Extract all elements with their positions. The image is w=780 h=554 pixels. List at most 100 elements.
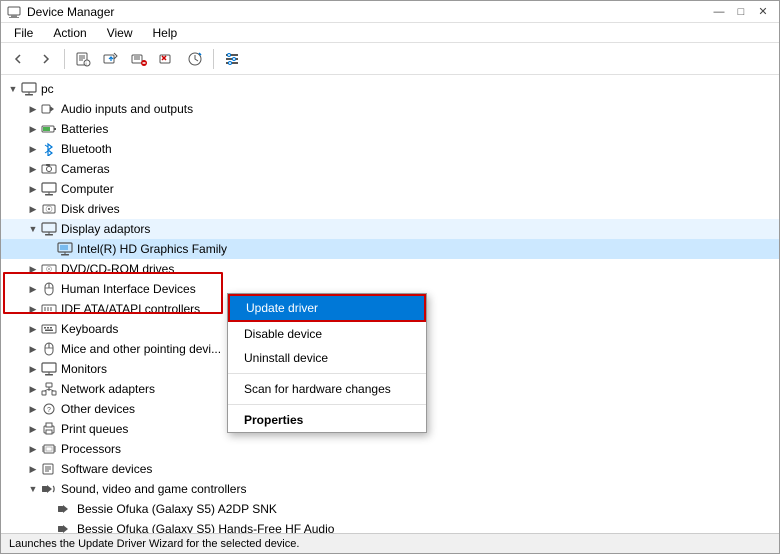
expand-hid[interactable]: ▶: [25, 281, 41, 297]
ctx-sep2: [228, 404, 426, 405]
sound-item2-icon: [57, 521, 73, 533]
expand-bluetooth[interactable]: ▶: [25, 141, 41, 157]
close-button[interactable]: ✕: [753, 4, 773, 20]
tree-item-cameras[interactable]: ▶ Cameras: [1, 159, 779, 179]
ctx-update-driver[interactable]: Update driver: [228, 294, 426, 322]
tree-item-audio[interactable]: ▶ Audio inputs and outputs: [1, 99, 779, 119]
tree-item-bessie1[interactable]: ▶ Bessie Ofuka (Galaxy S5) A2DP SNK: [1, 499, 779, 519]
expand-batteries[interactable]: ▶: [25, 121, 41, 137]
tree-item-sound[interactable]: ▼ Sound, video and game controllers: [1, 479, 779, 499]
tree-item-computer[interactable]: ▶ Computer: [1, 179, 779, 199]
expand-computer[interactable]: ▶: [25, 181, 41, 197]
context-menu: Update driver Disable device Uninstall d…: [227, 293, 427, 433]
ctx-scan-label: Scan for hardware changes: [244, 382, 391, 396]
toolbar-scan[interactable]: [182, 46, 208, 72]
computer-icon: [41, 181, 57, 197]
menu-file[interactable]: File: [5, 23, 42, 43]
tree-item-batteries[interactable]: ▶ Batteries: [1, 119, 779, 139]
sound-item-icon: [57, 501, 73, 517]
menu-help[interactable]: Help: [144, 23, 187, 43]
sound-icon: [41, 481, 57, 497]
toolbar-uninstall[interactable]: [154, 46, 180, 72]
display-icon: [41, 221, 57, 237]
tree-item-software[interactable]: ▶ Software devices: [1, 459, 779, 479]
toolbar-back[interactable]: [5, 46, 31, 72]
window-title: Device Manager: [27, 5, 114, 19]
svg-text:i: i: [86, 61, 87, 67]
tree-item-displayadaptors[interactable]: ▼ Display adaptors: [1, 219, 779, 239]
disk-icon: [41, 201, 57, 217]
tree-item-dvd[interactable]: ▶ DVD/CD-ROM drives: [1, 259, 779, 279]
tree-item-pc[interactable]: ▼ pc: [1, 79, 779, 99]
tree-label-network: Network adapters: [61, 382, 155, 396]
tree-label-sound: Sound, video and game controllers: [61, 482, 246, 496]
expand-ide[interactable]: ▶: [25, 301, 41, 317]
print-icon: [41, 421, 57, 437]
intelhd-icon: [57, 241, 73, 257]
tree-label-intelhd: Intel(R) HD Graphics Family: [77, 242, 227, 256]
expand-processors[interactable]: ▶: [25, 441, 41, 457]
tree-item-intelhd[interactable]: ▶ Intel(R) HD Graphics Family: [1, 239, 779, 259]
tree-label-pc: pc: [41, 82, 54, 96]
expand-monitors[interactable]: ▶: [25, 361, 41, 377]
ctx-uninstall-label: Uninstall device: [244, 351, 328, 365]
maximize-button[interactable]: □: [731, 4, 751, 20]
tree-label-bessie2: Bessie Ofuka (Galaxy S5) Hands-Free HF A…: [77, 522, 334, 533]
tree-label-monitors: Monitors: [61, 362, 107, 376]
tree-label-diskdrives: Disk drives: [61, 202, 120, 216]
ctx-uninstall-device[interactable]: Uninstall device: [228, 346, 426, 370]
tree-label-mice: Mice and other pointing devi...: [61, 342, 221, 356]
expand-network[interactable]: ▶: [25, 381, 41, 397]
svg-text:?: ?: [47, 407, 51, 414]
toolbar-disable[interactable]: [126, 46, 152, 72]
tree-label-keyboards: Keyboards: [61, 322, 118, 336]
expand-dvd[interactable]: ▶: [25, 261, 41, 277]
mouse-icon: [41, 341, 57, 357]
pc-icon: [21, 81, 37, 97]
device-manager-window: Device Manager — □ ✕ File Action View He…: [0, 0, 780, 554]
status-text: Launches the Update Driver Wizard for th…: [9, 538, 299, 550]
expand-pc[interactable]: ▼: [5, 81, 21, 97]
tree-label-batteries: Batteries: [61, 122, 108, 136]
menu-action[interactable]: Action: [44, 23, 95, 43]
tree-label-hid: Human Interface Devices: [61, 282, 196, 296]
minimize-button[interactable]: —: [709, 4, 729, 20]
software-icon: [41, 461, 57, 477]
tree-item-diskdrives[interactable]: ▶ Disk drives: [1, 199, 779, 219]
ctx-disable-label: Disable device: [244, 327, 322, 341]
toolbar-customize[interactable]: [219, 46, 245, 72]
tree-label-dvd: DVD/CD-ROM drives: [61, 262, 174, 276]
status-bar: Launches the Update Driver Wizard for th…: [1, 533, 779, 553]
expand-print[interactable]: ▶: [25, 421, 41, 437]
toolbar-forward[interactable]: [33, 46, 59, 72]
toolbar-properties[interactable]: i: [70, 46, 96, 72]
ctx-disable-device[interactable]: Disable device: [228, 322, 426, 346]
tree-item-processors[interactable]: ▶ Processors: [1, 439, 779, 459]
expand-diskdrives[interactable]: ▶: [25, 201, 41, 217]
expand-mice[interactable]: ▶: [25, 341, 41, 357]
expand-audio[interactable]: ▶: [25, 101, 41, 117]
content-area: ▼ pc ▶ Au: [1, 75, 779, 533]
ctx-scan-hardware[interactable]: Scan for hardware changes: [228, 377, 426, 401]
toolbar-update-driver[interactable]: [98, 46, 124, 72]
bluetooth-icon: [41, 141, 57, 157]
ctx-properties[interactable]: Properties: [228, 408, 426, 432]
menu-bar: File Action View Help: [1, 23, 779, 43]
menu-view[interactable]: View: [98, 23, 142, 43]
expand-software[interactable]: ▶: [25, 461, 41, 477]
expand-keyboards[interactable]: ▶: [25, 321, 41, 337]
ctx-properties-label: Properties: [244, 413, 303, 427]
keyboard-icon: [41, 321, 57, 337]
expand-sound[interactable]: ▼: [25, 481, 41, 497]
expand-displayadaptors[interactable]: ▼: [25, 221, 41, 237]
ctx-update-driver-label: Update driver: [246, 301, 318, 315]
tree-item-bessie2[interactable]: ▶ Bessie Ofuka (Galaxy S5) Hands-Free HF…: [1, 519, 779, 533]
other-icon: ?: [41, 401, 57, 417]
expand-other[interactable]: ▶: [25, 401, 41, 417]
title-bar-left: Device Manager: [7, 5, 114, 19]
expand-cameras[interactable]: ▶: [25, 161, 41, 177]
tree-label-displayadaptors: Display adaptors: [61, 222, 150, 236]
tree-item-bluetooth[interactable]: ▶ Bluetooth: [1, 139, 779, 159]
tree-label-computer: Computer: [61, 182, 114, 196]
tree-label-software: Software devices: [61, 462, 152, 476]
